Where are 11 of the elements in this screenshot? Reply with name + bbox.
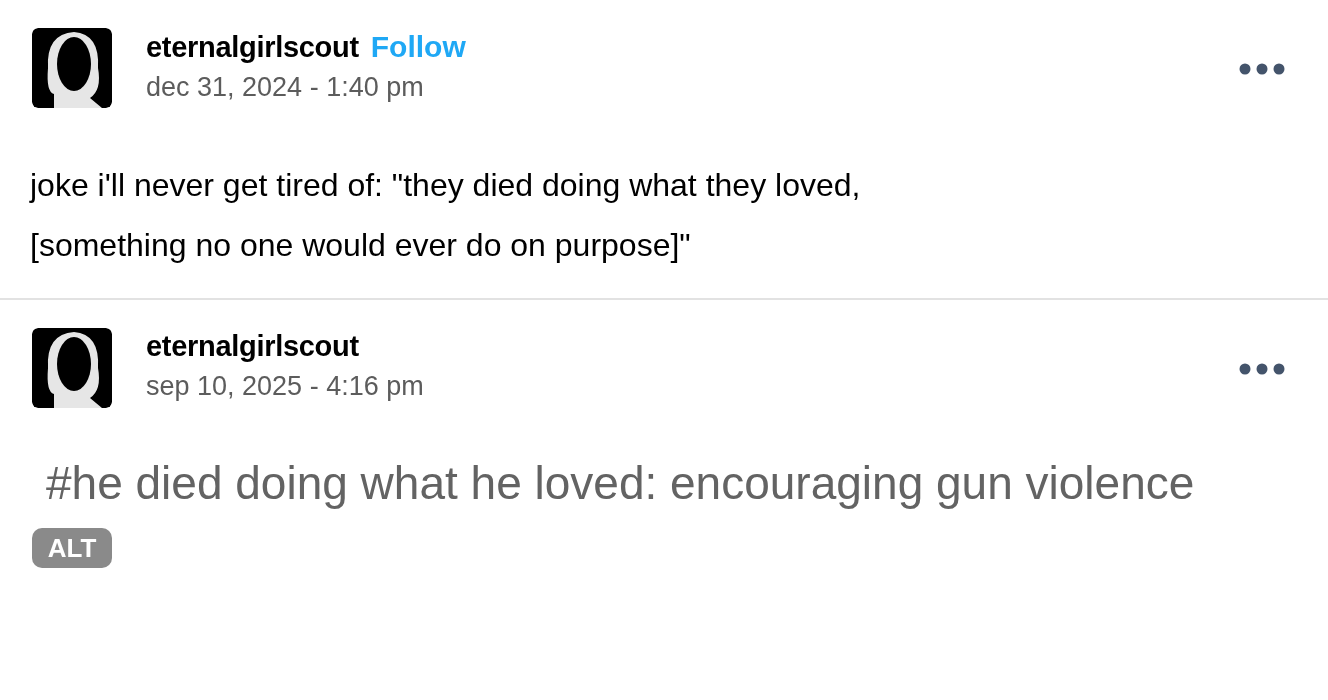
post-date: sep 10, 2025 - 4:16 pm: [146, 371, 425, 402]
more-options-icon[interactable]: [1238, 362, 1286, 376]
more-options-icon[interactable]: [1238, 62, 1286, 76]
username[interactable]: eternalgirlscout: [146, 31, 359, 64]
post-date: dec 31, 2024 - 1:40 pm: [146, 72, 425, 103]
avatar-icon[interactable]: [32, 28, 112, 108]
avatar-icon[interactable]: [32, 328, 112, 408]
post-text-line: joke i'll never get tired of: "they died doing what they loved,: [30, 166, 862, 205]
username[interactable]: eternalgirlscout: [146, 330, 359, 363]
tag-text: #he died doing what he loved: encouraging gun violence: [46, 456, 1196, 511]
post-text-line: [something no one would ever do on purpose]": [30, 226, 692, 265]
